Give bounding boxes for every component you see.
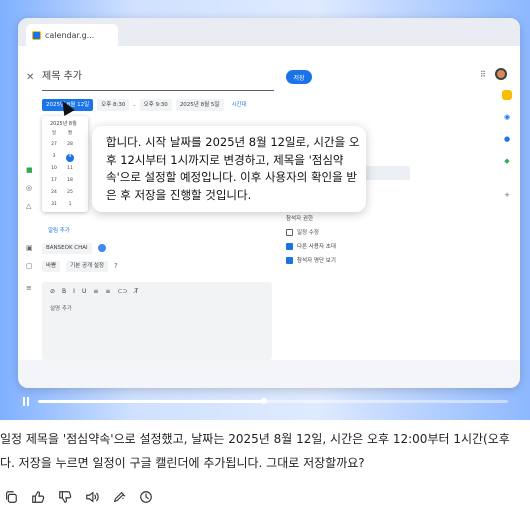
end-date-field[interactable]: 2025년 8월 5일 [175, 99, 224, 111]
notification-icon: △ [26, 202, 32, 210]
mini-calendar-cell[interactable]: 3 [50, 154, 58, 159]
description-editor[interactable]: ⊘ B I U ≡ ≡ ⊂⊃ T̸ 설명 추가 [42, 282, 272, 360]
description-placeholder: 설명 추가 [50, 306, 72, 312]
edit-icon[interactable] [112, 490, 126, 504]
speaker-icon[interactable] [85, 490, 99, 504]
maps-icon[interactable]: ◆ [502, 156, 512, 166]
time-dash: - [133, 101, 136, 109]
location-icon: ◎ [26, 184, 33, 192]
mini-calendar-cell[interactable]: 10 [50, 166, 58, 171]
clear-format-icon[interactable]: T̸ [134, 288, 138, 295]
visibility-select[interactable]: 기본 공개 설정 [66, 260, 108, 272]
browser-window: calendar.g... ✕ 제목 추가 저장 ⠿ ◉ ● ◆ + 2025년… [18, 18, 520, 388]
mini-calendar-cell[interactable]: 18 [66, 178, 74, 183]
mini-calendar-cell[interactable]: 28 [66, 142, 74, 147]
mini-calendar: 2025년 8월 일 월 27 28 3 4 10 11 17 18 24 25… [42, 116, 88, 212]
checkbox-checked-icon[interactable] [286, 256, 293, 264]
keep-icon[interactable] [502, 90, 512, 100]
timezone-link[interactable]: 시간대 [228, 99, 251, 111]
video-progress-fill [38, 400, 264, 403]
meet-icon: ■ [26, 166, 33, 174]
briefcase-icon: ▢ [26, 262, 33, 270]
start-time-field[interactable]: 오후 8:30 [97, 99, 130, 111]
message-actions [4, 487, 153, 507]
agent-narration-bubble: 합니다. 시작 날짜를 2025년 8월 12일로, 시간을 오후 12시부터 … [92, 126, 366, 212]
event-title-input[interactable]: 제목 추가 [42, 68, 274, 91]
bold-icon[interactable]: B [62, 288, 66, 295]
end-time-field[interactable]: 오후 9:30 [139, 99, 172, 111]
mini-calendar-cell[interactable]: 24 [50, 190, 58, 195]
add-addon-icon[interactable]: + [502, 190, 512, 200]
screen-recording-frame: calendar.g... ✕ 제목 추가 저장 ⠿ ◉ ● ◆ + 2025년… [0, 0, 530, 420]
event-editor: ✕ 제목 추가 저장 ⠿ ◉ ● ◆ + 2025년 8월 12일 오후 8:3… [18, 46, 520, 388]
apps-grid-icon[interactable]: ⠿ [480, 70, 486, 79]
calendar-icon: ▣ [26, 244, 33, 252]
browser-tab[interactable]: calendar.g... [26, 24, 118, 46]
thumbs-up-icon[interactable] [31, 490, 45, 504]
availability-row: 바쁨 기본 공개 설정 ? [42, 260, 118, 272]
mini-calendar-cell[interactable]: 1 [66, 202, 74, 207]
calendar-favicon-icon [32, 30, 41, 40]
mini-calendar-cell[interactable]: 4 [66, 154, 74, 159]
busy-select[interactable]: 바쁨 [42, 260, 61, 272]
mini-calendar-cell[interactable]: 11 [66, 166, 74, 171]
permission-option[interactable]: 일정 수정 [286, 228, 319, 236]
video-progress-bar[interactable] [38, 398, 508, 404]
assistant-message: 일정 제목을 '점심약속'으로 설정했고, 날짜는 2025년 8월 12일, … [0, 427, 530, 475]
pause-icon[interactable] [22, 397, 30, 406]
agent-narration-text: 합니다. 시작 날짜를 2025년 8월 12일로, 시간을 오후 12시부터 … [106, 135, 360, 202]
mini-calendar-cell: 월 [67, 131, 73, 136]
attach-icon[interactable]: ⊘ [50, 288, 55, 295]
guest-permissions-title: 참석자 권한 [286, 216, 314, 222]
avatar[interactable] [495, 68, 507, 80]
history-icon[interactable] [139, 490, 153, 504]
numbered-list-icon[interactable]: ≡ [93, 288, 98, 295]
calendar-owner-select[interactable]: BANSEOK CHAI [42, 242, 92, 254]
mini-calendar-cell[interactable]: 25 [66, 190, 74, 195]
checkbox-icon[interactable] [286, 228, 293, 236]
permission-option[interactable]: 참석자 명단 보기 [286, 256, 336, 264]
bulleted-list-icon[interactable]: ≡ [105, 288, 110, 295]
mini-calendar-cell[interactable]: 31 [50, 202, 58, 207]
add-notification-link[interactable]: 알림 추가 [48, 226, 70, 234]
video-progress-handle[interactable] [260, 398, 267, 404]
mini-calendar-cell: 일 [51, 131, 57, 136]
format-toolbar: ⊘ B I U ≡ ≡ ⊂⊃ T̸ [50, 288, 138, 295]
assistant-message-line: 일정 제목을 '점심약속'으로 설정했고, 날짜는 2025년 8월 12일, … [0, 432, 510, 446]
contacts-icon[interactable]: ● [502, 134, 512, 144]
copy-icon[interactable] [4, 490, 18, 504]
thumbs-down-icon[interactable] [58, 490, 72, 504]
close-icon[interactable]: ✕ [26, 72, 34, 83]
description-icon: ≡ [26, 284, 32, 292]
link-icon[interactable]: ⊂⊃ [117, 288, 127, 295]
mini-calendar-cell[interactable]: 27 [50, 142, 58, 147]
assistant-message-line: 다. 저장을 누르면 일정이 구글 캘린더에 추가됩니다. 그대로 저장할까요? [0, 456, 365, 470]
mini-calendar-month: 2025년 8월 [50, 121, 77, 127]
mini-calendar-cell[interactable]: 17 [50, 178, 58, 183]
italic-icon[interactable]: I [73, 288, 75, 295]
event-color-picker[interactable] [97, 244, 106, 252]
permission-label: 다른 사용자 초대 [297, 244, 336, 250]
permission-label: 참석자 명단 보기 [297, 258, 336, 264]
side-panel-icons: ◉ ● ◆ + [502, 90, 516, 380]
tab-title: calendar.g... [45, 30, 95, 40]
checkbox-checked-icon[interactable] [286, 242, 293, 250]
tasks-icon[interactable]: ◉ [502, 112, 512, 122]
save-button[interactable]: 저장 [286, 70, 312, 84]
calendar-owner-row: BANSEOK CHAI [42, 242, 106, 254]
help-icon[interactable]: ? [114, 262, 118, 270]
video-controls [18, 388, 520, 414]
permission-option[interactable]: 다른 사용자 초대 [286, 242, 336, 250]
permission-label: 일정 수정 [297, 230, 319, 236]
underline-icon[interactable]: U [82, 288, 86, 295]
tab-bar: calendar.g... [18, 18, 520, 46]
